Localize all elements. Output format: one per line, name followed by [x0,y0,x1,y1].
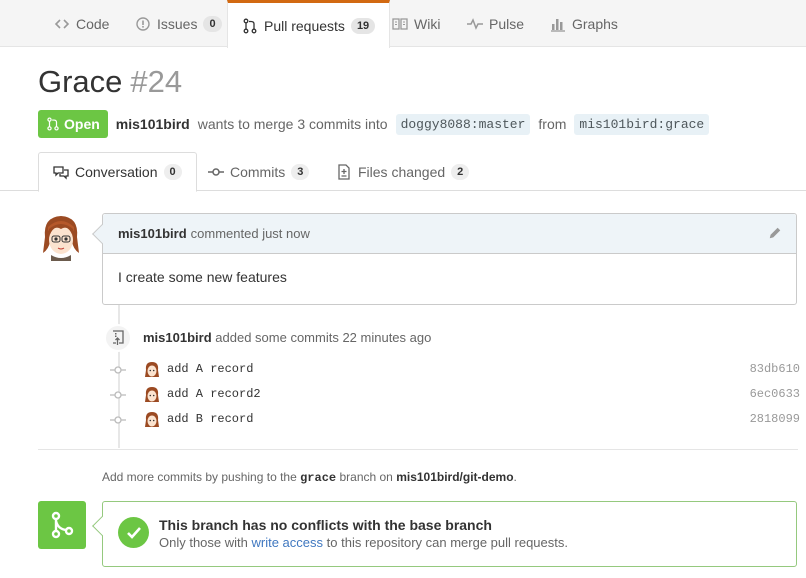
merge-status-title: This branch has no conflicts with the ba… [159,517,492,533]
merge-status-subtitle: Only those with write access to this rep… [159,535,568,550]
issue-icon [136,16,150,31]
pulse-icon [467,17,483,30]
repo-tab-pulse[interactable]: Pulse [453,0,538,47]
repo-tab-wiki[interactable]: Wiki [378,0,454,47]
tab-conversation[interactable]: Conversation 0 [38,152,197,192]
hint-repo-link[interactable]: mis101bird/git-demo [396,470,513,484]
divider [38,449,798,450]
files-counter: 2 [451,163,470,180]
write-access-link[interactable]: write access [252,535,324,550]
commit-row: add A record2 6ec0633 [110,385,800,405]
conversation-counter: 0 [163,164,182,180]
pr-title-text: Grace [38,64,123,99]
push-hint: Add more commits by pushing to the grace… [102,470,517,485]
graph-icon [551,18,565,32]
commit-message-link[interactable]: add B record [167,412,253,426]
repo-push-icon [113,330,124,345]
comment-discussion-icon [53,166,69,180]
state-label: Open [64,116,100,132]
commits-event-author[interactable]: mis101bird [143,330,212,345]
repo-nav: Code Issues 0 Pull requests 19 Wiki Puls… [0,0,806,48]
head-branch[interactable]: mis101bird:grace [574,113,710,135]
comment-author-link[interactable]: mis101bird [118,226,187,241]
avatar[interactable] [39,213,83,261]
pull-request-icon [47,117,59,131]
tab-label: Commits [230,163,286,180]
tab-commits[interactable]: Commits 3 [194,152,323,191]
repo-tab-pull-requests[interactable]: Pull requests 19 [227,0,391,48]
tab-files-changed[interactable]: Files changed 2 [322,152,483,191]
commit-icon [110,391,126,399]
commit-sha-link[interactable]: 83db610 [750,362,800,376]
repo-tab-issues[interactable]: Issues 0 [121,0,236,47]
commit-message-link[interactable]: add A record [167,362,253,376]
hint-suffix: . [513,470,517,484]
repo-tab-label: Pulse [489,15,525,32]
repo-tab-label: Issues [157,15,198,32]
hint-prefix: Add more commits by pushing to the [102,470,297,484]
commit-sha-link[interactable]: 6ec0633 [750,387,800,401]
avatar[interactable] [144,411,160,429]
base-branch[interactable]: doggy8088:master [395,113,531,135]
tab-label: Conversation [75,164,158,180]
comment-header: mis101bird commented just now [103,214,796,254]
avatar[interactable] [144,361,160,379]
repo-tab-label: Wiki [414,15,441,32]
book-icon [392,17,408,30]
repo-tab-label: Code [76,15,110,32]
comment-meta[interactable]: commented just now [191,226,310,241]
repo-tab-graphs[interactable]: Graphs [536,0,632,47]
hint-middle: branch on [339,470,393,484]
issues-counter: 0 [203,15,222,32]
pr-meta: Open mis101bird wants to merge 3 commits… [38,110,710,138]
avatar[interactable] [144,386,160,404]
tab-label: Files changed [358,163,446,180]
from-text: from [538,116,567,132]
merge-status-box: This branch has no conflicts with the ba… [92,501,797,567]
comment-box: mis101bird commented just now I create s… [92,213,797,305]
merge-sub-suffix: to this repository can merge pull reques… [326,535,568,550]
commits-event-badge [104,324,132,352]
commits-counter: 3 [291,163,310,180]
diff-icon [338,163,350,180]
repo-tab-label: Pull requests [264,17,345,34]
repo-tab-code[interactable]: Code [40,0,123,47]
pr-number: #24 [130,64,183,99]
merge-sub-prefix: Only those with [159,535,248,550]
code-icon [54,18,70,29]
merge-text: wants to merge 3 commits into [197,116,388,132]
commit-message-link[interactable]: add A record2 [167,387,261,401]
page-title: Grace #24 [38,64,182,100]
pull-request-icon [243,18,257,33]
repo-tab-label: Graphs [572,15,618,32]
pr-tabnav: Conversation 0 Commits 3 Files changed 2 [0,152,806,192]
merge-status-icon [38,501,86,549]
commit-icon [208,167,224,176]
comment-body: I create some new features [118,269,287,285]
hint-branch: grace [300,471,337,485]
state-badge: Open [38,110,108,138]
pencil-icon[interactable] [768,226,782,240]
commit-row: add B record 2818099 [110,410,800,430]
merge-pointer [92,516,112,536]
git-merge-icon [51,511,74,539]
commit-icon [110,366,126,374]
check-icon [126,526,141,539]
commit-icon [110,416,126,424]
check-circle [118,517,149,548]
commit-sha-link[interactable]: 2818099 [750,412,800,426]
commits-event-desc: added some commits 22 minutes ago [215,330,432,345]
pull-requests-counter: 19 [350,17,376,34]
commit-row: add A record 83db610 [110,360,800,380]
pr-author-link[interactable]: mis101bird [116,116,190,132]
commits-event-text: mis101bird added some commits 22 minutes… [143,330,431,345]
